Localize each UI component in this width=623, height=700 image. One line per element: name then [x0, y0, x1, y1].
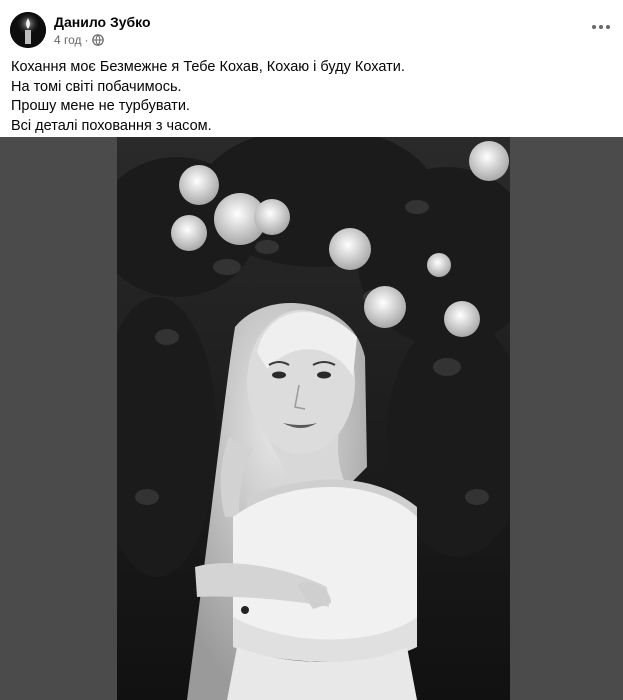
post-timestamp[interactable]: 4 год	[54, 33, 82, 47]
candle-icon	[10, 12, 46, 48]
post-text-line: Прошу мене не турбувати.	[11, 98, 190, 114]
author-avatar[interactable]	[10, 12, 46, 48]
post-photo[interactable]	[0, 137, 623, 700]
globe-icon[interactable]	[91, 34, 104, 46]
post-text-line: Кохання моє Безмежне я Тебе Кохав, Кохаю…	[11, 59, 405, 75]
post-text: Кохання моє Безмежне я Тебе Кохав, Кохаю…	[11, 58, 611, 136]
post-text-line: Всі деталі поховання з часом.	[11, 117, 212, 134]
photo-image	[117, 137, 510, 700]
feed-post: Данило Зубко 4 год · Кохання моє Безмежн…	[0, 0, 623, 700]
meta-separator: ·	[84, 33, 89, 47]
post-header: Данило Зубко 4 год ·	[0, 0, 623, 56]
more-options-icon[interactable]	[589, 18, 613, 36]
post-text-line: На томі світі побачимось.	[11, 78, 182, 95]
author-name[interactable]: Данило Зубко	[54, 14, 151, 30]
post-meta: 4 год ·	[54, 33, 104, 47]
woman-portrait-with-roses	[117, 137, 510, 700]
